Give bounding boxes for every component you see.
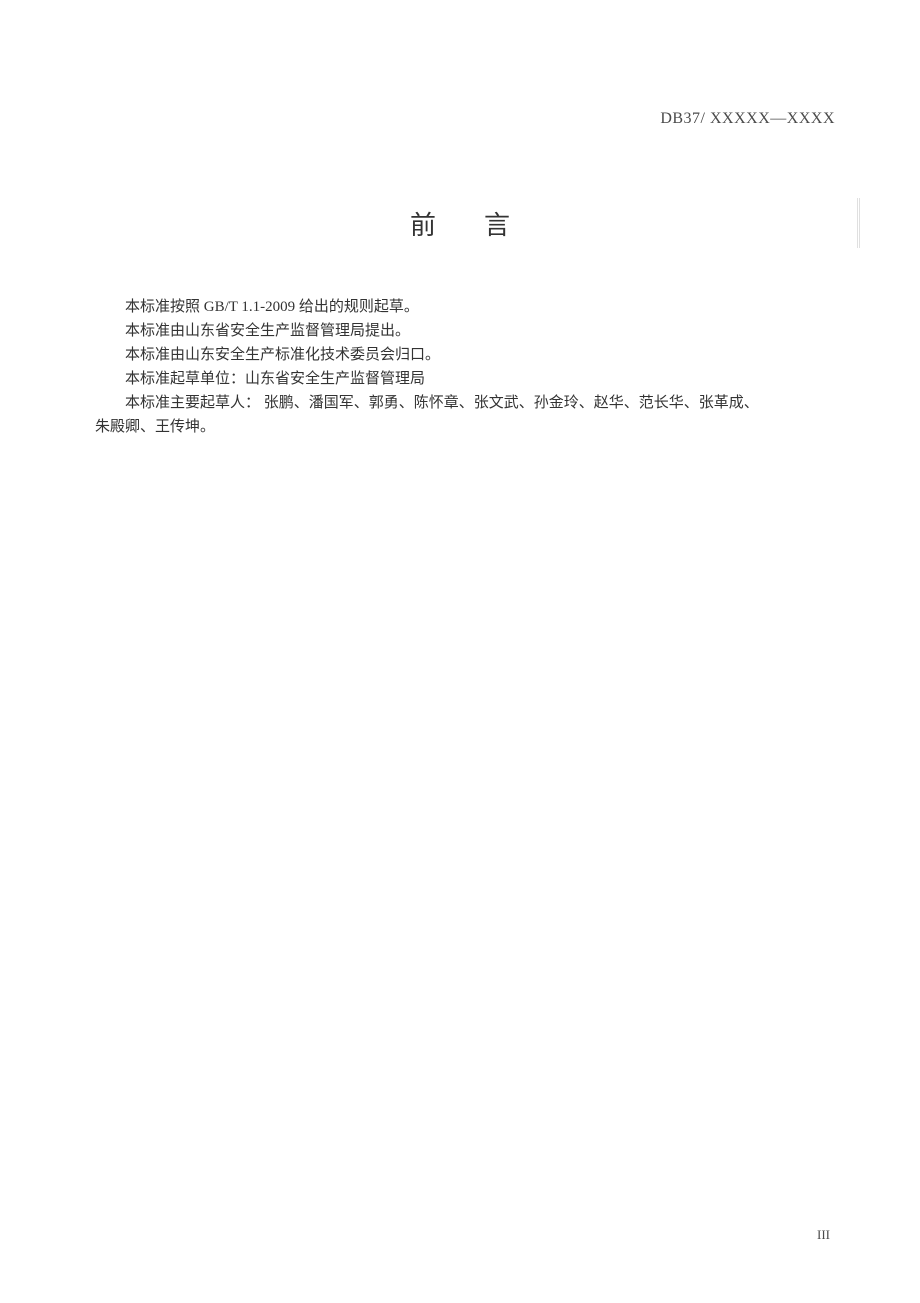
paragraph-line: 本标准主要起草人： 张鹏、潘国军、郭勇、陈怀章、张文武、孙金玲、赵华、范长华、张…: [95, 391, 835, 415]
page-number: III: [817, 1227, 830, 1243]
page-title: 前言: [0, 205, 920, 242]
paragraph-line: 本标准由山东安全生产标准化技术委员会归口。: [95, 343, 835, 367]
document-header-code: DB37/ XXXXX—XXXX: [660, 110, 835, 128]
foreword-content: 本标准按照 GB/T 1.1-2009 给出的规则起草。 本标准由山东省安全生产…: [95, 295, 835, 439]
paragraph-line: 本标准起草单位：山东省安全生产监督管理局: [95, 367, 835, 391]
paragraph-line: 朱殿卿、王传坤。: [95, 415, 835, 439]
paragraph-line: 本标准由山东省安全生产监督管理局提出。: [95, 319, 835, 343]
paragraph-line: 本标准按照 GB/T 1.1-2009 给出的规则起草。: [95, 295, 835, 319]
